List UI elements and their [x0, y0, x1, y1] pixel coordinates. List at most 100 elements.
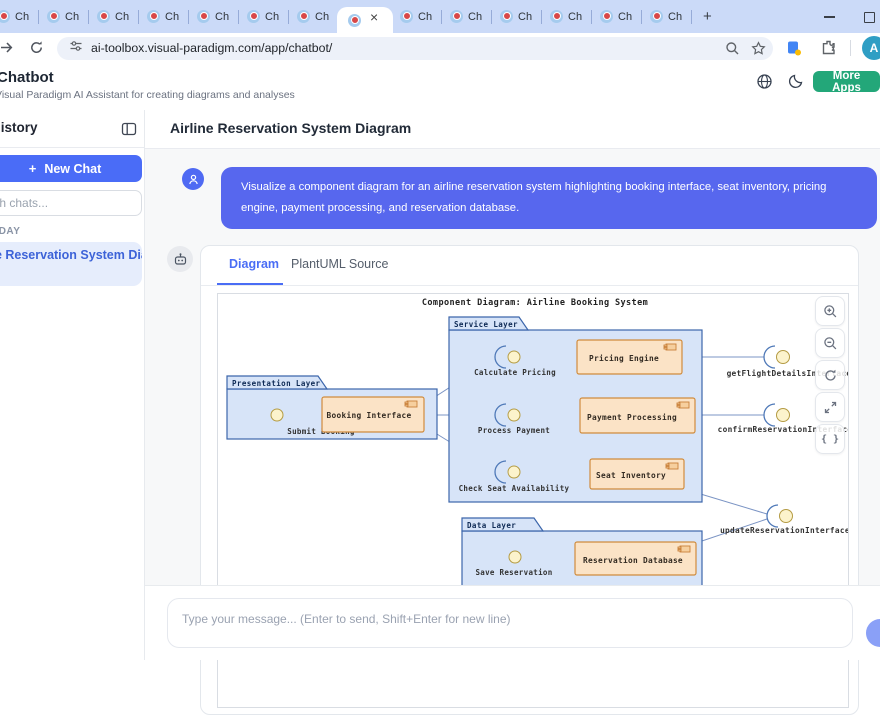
- tab-label: Ch: [265, 11, 279, 23]
- browser-tab[interactable]: Ch: [593, 0, 640, 33]
- chat-main-area: Airline Reservation System Diagram Visua…: [145, 110, 880, 660]
- component-icon: [405, 401, 417, 407]
- browser-tab[interactable]: Ch: [140, 0, 187, 33]
- tab-close-icon[interactable]: [370, 14, 382, 26]
- user-avatar: [182, 168, 204, 190]
- app-header: Chatbot Visual Paradigm AI Assistant for…: [0, 62, 880, 111]
- browser-tab[interactable]: Ch: [0, 0, 37, 33]
- svg-text:Payment Processing: Payment Processing: [587, 413, 677, 422]
- browser-tab[interactable]: Ch: [90, 0, 137, 33]
- browser-tab[interactable]: Ch: [190, 0, 237, 33]
- browser-tab[interactable]: Ch: [393, 0, 440, 33]
- package-service-layer: Service Layer Calculate Pricing Pricing …: [449, 317, 702, 502]
- plus-icon: +: [29, 161, 37, 176]
- minimize-icon: [824, 16, 835, 18]
- zoom-out-button[interactable]: [815, 328, 845, 358]
- browser-tab-strip: ChChChChChChChChChChChChCh+: [0, 0, 880, 33]
- section-label-today: TODAY: [0, 226, 20, 237]
- site-info-icon[interactable]: [69, 39, 83, 58]
- window-minimize-button[interactable]: [818, 9, 840, 25]
- port-calculate-pricing: [508, 351, 520, 363]
- tab-diagram[interactable]: Diagram: [229, 257, 279, 271]
- new-chat-label: New Chat: [44, 162, 101, 176]
- tab-separator: [541, 10, 542, 24]
- more-apps-button[interactable]: More Apps: [813, 71, 880, 92]
- diagram-title: Component Diagram: Airline Booking Syste…: [422, 297, 648, 308]
- collapse-panel-icon[interactable]: [121, 121, 137, 137]
- tab-favicon-icon: [197, 10, 210, 23]
- component-payment-processing: Payment Processing: [580, 398, 695, 433]
- zoom-in-button[interactable]: [815, 296, 845, 326]
- reload-icon[interactable]: [28, 39, 45, 56]
- tab-favicon-icon: [400, 10, 413, 23]
- tab-favicon-icon: [450, 10, 463, 23]
- bookmark-star-icon[interactable]: [751, 41, 766, 56]
- reset-view-button[interactable]: [815, 360, 845, 390]
- browser-tab[interactable]: Ch: [543, 0, 590, 33]
- language-globe-icon[interactable]: [756, 73, 773, 90]
- tab-favicon-icon: [348, 14, 361, 27]
- svg-text:Save Reservation: Save Reservation: [475, 568, 552, 577]
- component-icon: [677, 402, 689, 408]
- component-icon: [666, 463, 678, 469]
- component-icon: [664, 344, 676, 350]
- svg-text:updateReservationInterface: updateReservationInterface: [720, 526, 849, 535]
- url-field[interactable]: ai-toolbox.visual-paradigm.com/app/chatb…: [57, 37, 773, 60]
- tab-separator: [88, 10, 89, 24]
- chat-history-item[interactable]: Airline Reservation System Dia... PM: [0, 242, 142, 286]
- svg-text:Reservation Database: Reservation Database: [583, 556, 683, 565]
- person-icon: [187, 173, 200, 186]
- port-process-payment: [508, 409, 520, 421]
- tab-plantuml-source[interactable]: PlantUML Source: [291, 257, 389, 271]
- tab-favicon-icon: [500, 10, 513, 23]
- port-submit-booking: [271, 409, 283, 421]
- search-chats-input[interactable]: [0, 190, 142, 216]
- robot-icon: [173, 252, 188, 267]
- message-input-bar: [145, 585, 880, 660]
- fullscreen-button[interactable]: [815, 392, 845, 422]
- bot-avatar: [167, 246, 193, 272]
- forward-icon[interactable]: [0, 39, 15, 56]
- tab-favicon-icon: [47, 10, 60, 23]
- view-code-button[interactable]: [815, 424, 845, 454]
- tab-separator: [38, 10, 39, 24]
- svg-text:Process Payment: Process Payment: [478, 426, 550, 435]
- new-tab-button[interactable]: +: [697, 8, 718, 25]
- tab-separator: [188, 10, 189, 24]
- tab-separator: [441, 10, 442, 24]
- send-button[interactable]: [866, 619, 880, 647]
- new-chat-button[interactable]: + New Chat: [0, 155, 142, 182]
- lens-icon[interactable]: [786, 40, 803, 57]
- browser-tabs: ChChChChChChChChChChChChCh+: [0, 0, 718, 33]
- browser-tab[interactable]: Ch: [493, 0, 540, 33]
- dark-mode-moon-icon[interactable]: [788, 73, 805, 90]
- browser-tab[interactable]: Ch: [240, 0, 287, 33]
- uml-component-diagram: Component Diagram: Airline Booking Syste…: [218, 294, 849, 634]
- extensions-icon[interactable]: [820, 39, 837, 56]
- browser-tab[interactable]: Ch: [443, 0, 490, 33]
- component-icon: [678, 546, 690, 552]
- zoom-page-icon[interactable]: [725, 41, 740, 56]
- browser-tab[interactable]: Ch: [290, 0, 337, 33]
- browser-tab[interactable]: Ch: [40, 0, 87, 33]
- svg-text:Calculate Pricing: Calculate Pricing: [474, 368, 556, 377]
- tab-favicon-icon: [297, 10, 310, 23]
- user-message-bubble: Visualize a component diagram for an air…: [221, 167, 877, 229]
- conversation-title-row: Airline Reservation System Diagram: [145, 110, 880, 149]
- interface-update-reservation: updateReservationInterface: [720, 505, 849, 535]
- svg-text:Presentation Layer: Presentation Layer: [232, 379, 321, 388]
- svg-text:Check Seat Availability: Check Seat Availability: [459, 484, 570, 493]
- tab-favicon-icon: [97, 10, 110, 23]
- tab-separator: [591, 10, 592, 24]
- window-maximize-button[interactable]: [858, 9, 880, 25]
- svg-text:Seat Inventory: Seat Inventory: [596, 471, 666, 480]
- maximize-icon: [864, 12, 875, 23]
- profile-avatar[interactable]: A: [862, 36, 880, 60]
- message-input[interactable]: [167, 598, 853, 648]
- browser-tab-active[interactable]: [337, 7, 393, 33]
- result-tabs: Diagram PlantUML Source: [201, 246, 858, 286]
- app-title: Chatbot: [0, 69, 54, 86]
- browser-tab[interactable]: Ch: [643, 0, 690, 33]
- app-subtitle: Visual Paradigm AI Assistant for creatin…: [0, 89, 295, 101]
- tab-separator: [238, 10, 239, 24]
